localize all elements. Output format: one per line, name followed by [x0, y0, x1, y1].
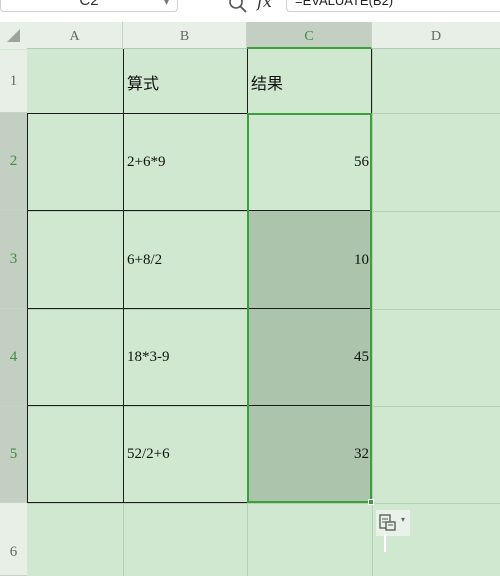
column-header-d[interactable]: D [372, 22, 500, 49]
cell-border [27, 113, 123, 114]
cell-b5[interactable]: 52/2+6 [123, 406, 247, 503]
column-header-b[interactable]: B [123, 22, 247, 49]
cell-b3[interactable]: 6+8/2 [123, 211, 247, 309]
formula-input[interactable]: =EVALUATE(B2) [286, 0, 500, 12]
chevron-down-icon[interactable]: ▾ [164, 0, 174, 8]
selection-border [247, 113, 372, 503]
chevron-down-icon[interactable]: ▾ [401, 515, 409, 524]
fx-icon[interactable]: fx [257, 0, 279, 12]
cell-c1[interactable]: 结果 [247, 50, 372, 113]
column-header-a[interactable]: A [27, 22, 123, 49]
text-cursor [384, 534, 386, 552]
row-header-4[interactable]: 4 [0, 309, 27, 406]
name-box[interactable]: C2 [0, 0, 178, 12]
row-header-2[interactable]: 2 [0, 113, 27, 211]
row-header-1[interactable]: 1 [0, 50, 27, 113]
row-header-3[interactable]: 3 [0, 211, 27, 309]
gridline [27, 503, 500, 504]
search-icon[interactable] [228, 0, 248, 14]
row-header-5[interactable]: 5 [0, 406, 27, 503]
fill-handle[interactable] [368, 499, 374, 505]
formula-bar: C2 ▾ fx =EVALUATE(B2) [0, 0, 500, 22]
cell-b1[interactable]: 算式 [123, 50, 247, 113]
cell-b2[interactable]: 2+6*9 [123, 113, 247, 211]
column-header-c[interactable]: C [247, 22, 372, 49]
row-header-6[interactable]: 6 [0, 503, 27, 576]
select-all-corner[interactable] [0, 22, 27, 49]
cell-b4[interactable]: 18*3-9 [123, 309, 247, 406]
paste-options-icon [379, 514, 396, 531]
column-header-bar: A B C D [0, 22, 500, 49]
gridline [372, 49, 373, 576]
